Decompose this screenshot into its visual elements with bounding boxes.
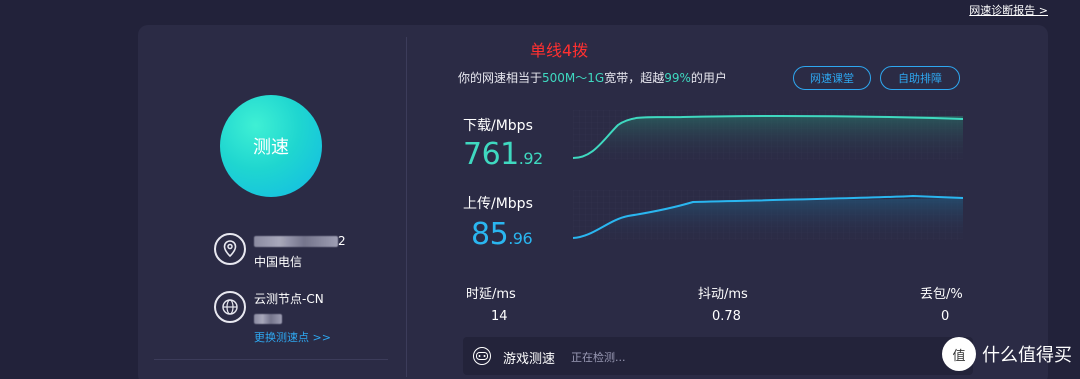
jitter-value: 0.78 (712, 309, 741, 324)
game-speedtest-status: 正在检测... (571, 351, 626, 364)
watermark-text: 什么值得买 (982, 345, 1072, 366)
annotation-title: 单线4拨 (530, 41, 589, 60)
isp-info: 2 中国电信 (214, 233, 346, 270)
download-chart (573, 110, 963, 160)
latency-label: 时延/ms (466, 287, 516, 302)
summary-mid: 宽带，超越 (604, 71, 665, 85)
isp-name: 中国电信 (254, 255, 303, 269)
change-node-link[interactable]: 更换测速点 >> (254, 330, 331, 346)
node-info: 云测节点-CN 更换测速点 >> (214, 291, 331, 346)
isp-suffix: 2 (338, 234, 346, 248)
latency-value: 14 (491, 309, 508, 324)
speed-button-label: 测速 (253, 137, 289, 158)
download-int: 761 (463, 137, 519, 172)
loss-value: 0 (941, 309, 950, 324)
summary-prefix: 你的网速相当于 (458, 71, 543, 85)
download-speed: 761.92 (463, 137, 543, 172)
download-area (573, 116, 963, 160)
upload-chart (573, 190, 963, 240)
diagnosis-report-link[interactable]: 网速诊断报告 > (969, 2, 1048, 18)
speed-course-button[interactable]: 网速课堂 (793, 66, 871, 90)
watermark-logo-icon: 值 (942, 337, 976, 371)
start-speedtest-button[interactable]: 测速 (220, 95, 322, 197)
summary-bandwidth: 500M～1G (542, 71, 605, 85)
speed-summary: 你的网速相当于500M～1G宽带，超越99%的用户 (458, 69, 727, 86)
summary-suffix: 的用户 (690, 71, 727, 85)
jitter-label: 抖动/ms (698, 287, 748, 302)
redacted-ip (254, 236, 338, 247)
redacted-node (254, 313, 282, 324)
game-speedtest-label: 游戏测速 (503, 352, 556, 367)
upload-dec: .96 (508, 229, 533, 248)
location-pin-icon (214, 233, 246, 265)
download-label: 下载/Mbps (463, 118, 533, 134)
troubleshoot-button[interactable]: 自助排障 (880, 66, 960, 90)
left-divider (154, 359, 388, 360)
upload-int: 85 (471, 217, 509, 252)
globe-icon (214, 291, 246, 323)
column-divider (406, 37, 407, 377)
summary-percent: 99% (664, 71, 691, 85)
watermark: 值 什么值得买 (942, 337, 1072, 371)
loss-label: 丢包/% (920, 287, 963, 302)
node-label: 云测节点-CN (254, 292, 324, 306)
upload-speed: 85.96 (471, 217, 533, 252)
download-dec: .92 (518, 149, 543, 168)
speedtest-card: 测速 2 中国电信 云测节点-CN 更换测速点 >> 单线4拨 你的网速相当于5… (138, 25, 1048, 379)
game-speedtest-bar[interactable]: 游戏测速 正在检测... (463, 337, 973, 375)
upload-label: 上传/Mbps (463, 196, 533, 212)
gamepad-icon (473, 347, 491, 365)
